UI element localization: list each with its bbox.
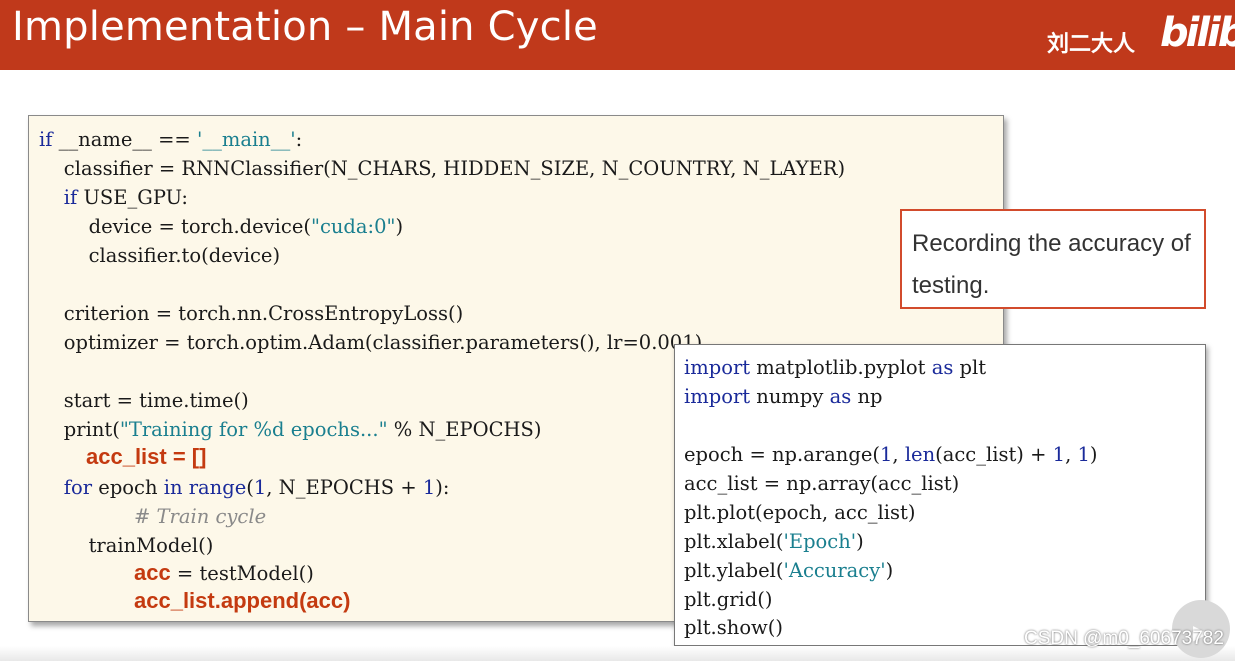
code-keyword: if [39, 128, 53, 151]
code-text: USE_GPU: [77, 186, 188, 209]
code-line-highlight: acc_list.append(acc) [134, 588, 351, 613]
code-text: epoch = np.arange( [684, 443, 880, 466]
code-text: plt.ylabel( [684, 559, 784, 582]
code-line: acc_list = np.array(acc_list) [684, 472, 960, 495]
code-line: start = time.time() [39, 389, 249, 412]
code-text: ) [856, 530, 864, 553]
code-text: epoch [92, 476, 164, 499]
author-name: 刘二大人 [1047, 32, 1136, 57]
code-text: matplotlib.pyplot [750, 356, 932, 379]
code-text: ( [246, 476, 254, 499]
code-text: ) [1089, 443, 1098, 466]
slide-title: Implementation – Main Cycle [12, 4, 598, 50]
code-line: import matplotlib.pyplot as plt [684, 354, 986, 382]
code-keyword: for [63, 476, 93, 499]
code-text: , [892, 443, 905, 466]
bilibili-logo-icon: bilib [1160, 10, 1235, 56]
code-keyword: import [684, 356, 751, 379]
code-line: plt.show() [684, 616, 783, 639]
code-text: print( [39, 418, 120, 441]
code-number: 1 [879, 443, 893, 466]
code-string: "Training for %d epochs..." [119, 418, 388, 441]
code-text: , N_EPOCHS + [266, 476, 423, 499]
code-line-highlight: acc_list = [] [86, 444, 207, 469]
code-text: device = torch.device( [39, 215, 311, 238]
code-text: numpy [750, 385, 830, 408]
code-line: if USE_GPU: [39, 184, 188, 212]
code-text: : [295, 128, 303, 151]
code-text: , [1065, 443, 1078, 466]
code-text: np [851, 385, 883, 408]
code-keyword: len [904, 443, 936, 466]
code-keyword: as [931, 356, 954, 379]
code-line: plt.ylabel('Accuracy') [684, 557, 893, 585]
slide-header: Implementation – Main Cycle 刘二大人 bilib [0, 0, 1235, 70]
code-string: '__main__' [196, 128, 296, 151]
code-line: print("Training for %d epochs..." % N_EP… [39, 416, 542, 444]
code-number: 1 [253, 476, 267, 499]
code-keyword: as [829, 385, 852, 408]
code-keyword: if [63, 186, 78, 209]
code-line: import numpy as np [684, 383, 883, 411]
code-text: ) [885, 559, 894, 582]
code-text: % N_EPOCHS) [387, 418, 542, 441]
code-string: 'Accuracy' [783, 559, 886, 582]
code-number: 1 [1052, 443, 1066, 466]
code-line: plt.grid() [684, 588, 773, 611]
code-text: plt.xlabel( [684, 530, 784, 553]
code-line: if __name__ == '__main__': [39, 126, 302, 154]
code-line: optimizer = torch.optim.Adam(classifier.… [39, 331, 703, 354]
code-keyword: range [188, 476, 247, 499]
code-line: classifier.to(device) [39, 244, 281, 267]
code-line: for epoch in range(1, N_EPOCHS + 1): [39, 474, 450, 502]
callout-box: Recording the accuracy of testing. [900, 209, 1206, 309]
code-line: acc = testModel() [134, 559, 314, 587]
code-number: 1 [1077, 443, 1090, 466]
code-text: plt [953, 356, 987, 379]
code-keyword: import [684, 385, 751, 408]
code-line: trainModel() [39, 534, 214, 557]
code-text: ) [395, 215, 404, 238]
code-line: plt.plot(epoch, acc_list) [684, 501, 916, 524]
callout-text: Recording the accuracy of testing. [912, 230, 1191, 299]
code-line: criterion = torch.nn.CrossEntropyLoss() [39, 302, 464, 325]
code-line: device = torch.device("cuda:0") [39, 213, 404, 241]
watermark-text: CSDN @m0_60673782 [1024, 628, 1224, 649]
code-comment: # Train cycle [134, 505, 267, 528]
code-string: 'Epoch' [783, 530, 857, 553]
code-string: "cuda:0" [310, 215, 396, 238]
code-highlight: acc [134, 560, 171, 585]
code-keyword: in [163, 476, 183, 499]
code-text: ): [435, 476, 450, 499]
code-line: plt.xlabel('Epoch') [684, 528, 864, 556]
code-text: = testModel() [170, 562, 314, 585]
plot-code-block: import matplotlib.pyplot as plt import n… [674, 344, 1206, 646]
code-line: epoch = np.arange(1, len(acc_list) + 1, … [684, 441, 1098, 469]
code-line: classifier = RNNClassifier(N_CHARS, HIDD… [39, 157, 846, 180]
code-number: 1 [422, 476, 436, 499]
code-text: __name__ == [52, 128, 197, 151]
code-text: (acc_list) + [935, 443, 1053, 466]
